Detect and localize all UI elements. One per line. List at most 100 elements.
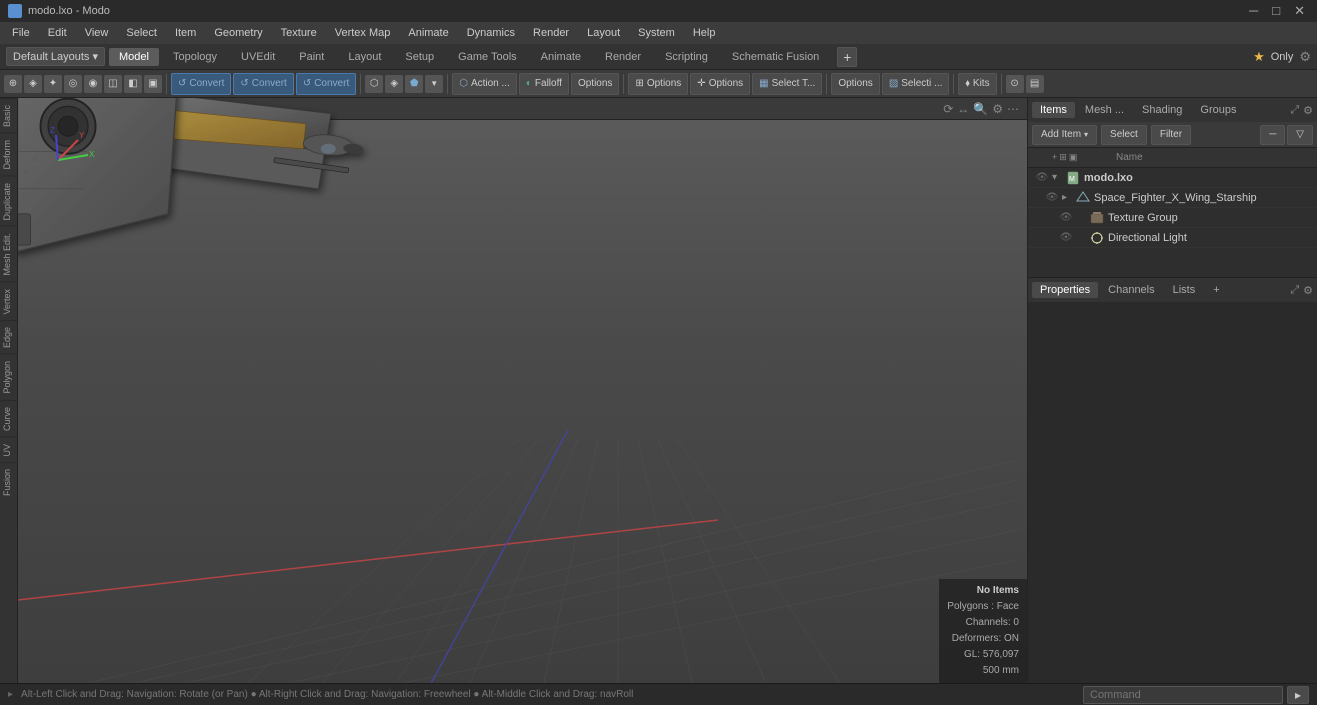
select-button[interactable]: Select [1101,125,1147,145]
tool-icon-14[interactable]: ▤ [1026,75,1044,93]
add-layout-button[interactable]: + [837,47,857,67]
menu-help[interactable]: Help [685,25,724,41]
bottom-arrow[interactable]: ▸ [8,689,13,700]
options-end-button[interactable]: Options [831,73,879,95]
tool-icon-6[interactable]: ◫ [104,75,122,93]
sidebar-item-uv[interactable]: UV [0,437,17,463]
sidebar-item-polygon[interactable]: Polygon [0,354,17,400]
menu-select[interactable]: Select [118,25,165,41]
tree-row-spacefighter[interactable]: 👁 ▸ Space_Fighter_X_Wing_Starship [1028,188,1317,208]
items-tree[interactable]: 👁 ▾ M modo.lxo 👁 ▸ Space_Fighter_X_Wing [1028,168,1317,277]
tool-icon-10[interactable]: ◈ [385,75,403,93]
tab-mesh[interactable]: Mesh ... [1077,102,1132,118]
items-settings-icon[interactable]: ⚙ [1303,104,1313,117]
eye-root[interactable]: 👁 [1032,172,1052,183]
viewport-canvas[interactable]: Y X Z No Items Polygons : Face Channels:… [18,120,1027,683]
menu-animate[interactable]: Animate [400,25,456,41]
options-button-1[interactable]: Options [571,73,619,95]
command-execute-button[interactable]: ▸ [1287,686,1309,704]
viewport-ctrl-more[interactable]: ⋯ [1007,102,1019,116]
tab-channels[interactable]: Channels [1100,282,1162,298]
sidebar-item-fusion[interactable]: Fusion [0,462,17,502]
menu-item[interactable]: Item [167,25,204,41]
select-t-button[interactable]: ▦ Select T... [752,73,822,95]
close-button[interactable]: ✕ [1290,3,1309,19]
tree-row-light[interactable]: 👁 Directional Light [1028,228,1317,248]
viewport-ctrl-fit[interactable]: ↔ [957,102,969,116]
command-input[interactable] [1083,686,1283,704]
tab-items[interactable]: Items [1032,102,1075,118]
tab-properties[interactable]: Properties [1032,282,1098,298]
tab-schematic-fusion[interactable]: Schematic Fusion [722,48,829,66]
sidebar-item-mesh-edit[interactable]: Mesh Edit. [0,226,17,282]
sidebar-item-edge[interactable]: Edge [0,320,17,354]
options-button-2[interactable]: ⊞ Options [628,73,688,95]
menu-render[interactable]: Render [525,25,577,41]
tool-icon-5[interactable]: ◉ [84,75,102,93]
tab-paint[interactable]: Paint [289,48,334,66]
tab-setup[interactable]: Setup [395,48,444,66]
tab-model[interactable]: Model [109,48,159,66]
minimize-button[interactable]: ─ [1245,3,1262,19]
items-minus-button[interactable]: ─ [1260,125,1285,145]
tool-icon-1[interactable]: ⊕ [4,75,22,93]
tool-icon-9[interactable]: ⬡ [365,75,383,93]
items-expand-icon[interactable]: ⤢ [1290,104,1299,117]
tool-icon-2[interactable]: ◈ [24,75,42,93]
expand-root[interactable]: ▾ [1052,172,1066,183]
tab-add-panel[interactable]: + [1205,282,1227,298]
tab-scripting[interactable]: Scripting [655,48,718,66]
falloff-button[interactable]: ◐ Falloff [519,73,569,95]
menu-vertex-map[interactable]: Vertex Map [327,25,399,41]
tool-icon-8[interactable]: ▣ [144,75,162,93]
convert-button-3[interactable]: ↺ Convert [296,73,356,95]
eye-light[interactable]: 👁 [1056,232,1076,243]
tab-layout[interactable]: Layout [338,48,391,66]
settings-icon[interactable]: ⚙ [1299,49,1311,65]
properties-expand-icon[interactable]: ⤢ [1290,284,1299,297]
convert-button-2[interactable]: ↺ Convert [233,73,293,95]
action-button[interactable]: ⬡ Action ... [452,73,517,95]
tool-icon-4[interactable]: ◎ [64,75,82,93]
menu-layout[interactable]: Layout [579,25,628,41]
maximize-button[interactable]: □ [1268,3,1284,19]
viewport[interactable]: ▸ Perspective Default Viewport Textures … [18,98,1027,683]
menu-texture[interactable]: Texture [273,25,325,41]
filter-button[interactable]: Filter [1151,125,1191,145]
tab-game-tools[interactable]: Game Tools [448,48,527,66]
tab-uvedit[interactable]: UVEdit [231,48,285,66]
selection-button[interactable]: ▨ Selecti ... [882,73,950,95]
viewport-ctrl-zoom[interactable]: 🔍 [973,102,988,116]
menu-edit[interactable]: Edit [40,25,75,41]
tool-icon-3[interactable]: ✦ [44,75,62,93]
tree-row-root[interactable]: 👁 ▾ M modo.lxo [1028,168,1317,188]
sidebar-item-vertex[interactable]: Vertex [0,282,17,321]
kits-button[interactable]: ⬧ Kits [958,73,996,95]
tree-row-texture[interactable]: 👁 Texture Group [1028,208,1317,228]
tab-render[interactable]: Render [595,48,651,66]
sidebar-item-curve[interactable]: Curve [0,400,17,437]
tab-groups[interactable]: Groups [1192,102,1244,118]
options-button-3[interactable]: ✛ Options [690,73,750,95]
tool-icon-11[interactable]: ⬟ [405,75,423,93]
tab-lists[interactable]: Lists [1165,282,1204,298]
window-controls[interactable]: ─ □ ✕ [1245,3,1309,19]
layout-dropdown[interactable]: Default Layouts ▾ [6,47,105,66]
viewport-ctrl-rotate[interactable]: ⟳ [943,102,953,116]
tool-icon-13[interactable]: ⊙ [1006,75,1024,93]
items-filter-icon[interactable]: ▽ [1287,125,1313,145]
menu-view[interactable]: View [77,25,117,41]
tab-animate[interactable]: Animate [531,48,591,66]
tool-icon-12[interactable]: ▼ [425,75,443,93]
menu-file[interactable]: File [4,25,38,41]
menu-system[interactable]: System [630,25,683,41]
add-item-button[interactable]: Add Item ▾ [1032,125,1097,145]
eye-spacefighter[interactable]: 👁 [1042,192,1062,203]
properties-settings-icon[interactable]: ⚙ [1303,284,1313,297]
convert-button-1[interactable]: ↺ Convert [171,73,231,95]
viewport-ctrl-settings[interactable]: ⚙ [992,102,1003,116]
tab-topology[interactable]: Topology [163,48,227,66]
sidebar-item-deform[interactable]: Deform [0,133,17,176]
sidebar-item-duplicate[interactable]: Duplicate [0,176,17,227]
eye-texture[interactable]: 👁 [1056,212,1076,223]
